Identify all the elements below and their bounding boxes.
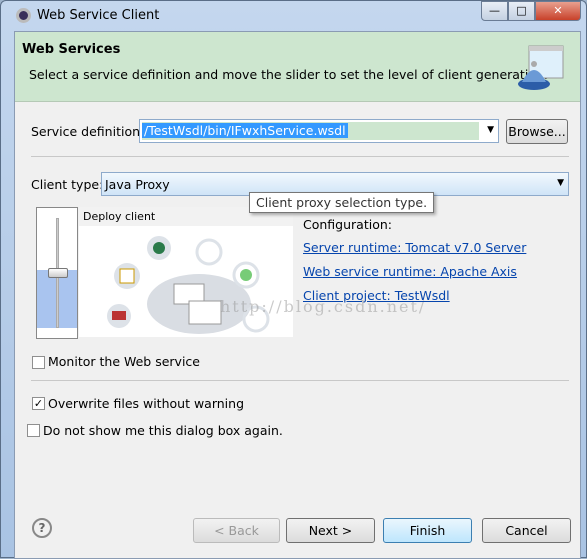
web-service-bell-icon — [518, 45, 564, 90]
do-not-show-checkbox[interactable] — [27, 424, 40, 437]
service-definition-combo[interactable]: /TestWsdl/bin/IFwxhService.wsdl ▼ — [139, 119, 499, 143]
client-type-label: Client type: — [31, 177, 104, 192]
client-type-value: Java Proxy — [105, 177, 170, 192]
browse-button[interactable]: Browse... — [506, 119, 568, 144]
back-button[interactable]: < Back — [193, 518, 280, 543]
do-not-show-label: Do not show me this dialog box again. — [43, 423, 283, 438]
slider-thumb[interactable] — [48, 268, 68, 278]
chevron-down-icon[interactable]: ▼ — [557, 178, 564, 188]
title-bar[interactable]: Web Service Client — □ ✕ — [1, 1, 586, 31]
client-generation-diagram-icon — [107, 236, 270, 334]
overwrite-checkbox[interactable]: ✓ — [32, 397, 45, 410]
separator — [31, 156, 569, 157]
dialog-window: Web Service Client — □ ✕ Web Services Se… — [0, 0, 587, 559]
separator — [31, 380, 569, 381]
eclipse-icon — [16, 8, 31, 23]
cancel-button[interactable]: Cancel — [482, 518, 571, 543]
close-button[interactable]: ✕ — [535, 1, 581, 21]
minimize-button[interactable]: — — [481, 1, 508, 21]
client-type-tooltip: Client proxy selection type. — [249, 192, 435, 213]
banner-title: Web Services — [22, 42, 121, 57]
client-project-link[interactable]: Client project: TestWsdl — [303, 288, 450, 303]
monitor-checkbox[interactable] — [32, 356, 45, 369]
chevron-down-icon[interactable]: ▼ — [487, 125, 494, 135]
help-icon[interactable]: ? — [32, 518, 52, 538]
maximize-button[interactable]: □ — [508, 1, 535, 21]
client-generation-slider[interactable] — [36, 207, 78, 339]
window-title: Web Service Client — [37, 8, 160, 23]
service-definition-label: Service definition: — [31, 124, 145, 139]
configuration-heading: Configuration: — [303, 217, 392, 232]
web-service-runtime-link[interactable]: Web service runtime: Apache Axis — [303, 264, 517, 279]
next-button[interactable]: Next > — [286, 518, 375, 543]
overwrite-label: Overwrite files without warning — [48, 396, 245, 411]
server-runtime-link[interactable]: Server runtime: Tomcat v7.0 Server — [303, 240, 526, 255]
level-illustration: Deploy client — [79, 207, 293, 337]
banner: Web Services Select a service definition… — [15, 32, 580, 102]
finish-button[interactable]: Finish — [383, 518, 472, 543]
banner-description: Select a service definition and move the… — [29, 67, 548, 82]
service-definition-value[interactable]: /TestWsdl/bin/IFwxhService.wsdl — [142, 123, 348, 138]
dialog-content: Web Services Select a service definition… — [14, 31, 581, 559]
monitor-label: Monitor the Web service — [48, 354, 200, 369]
